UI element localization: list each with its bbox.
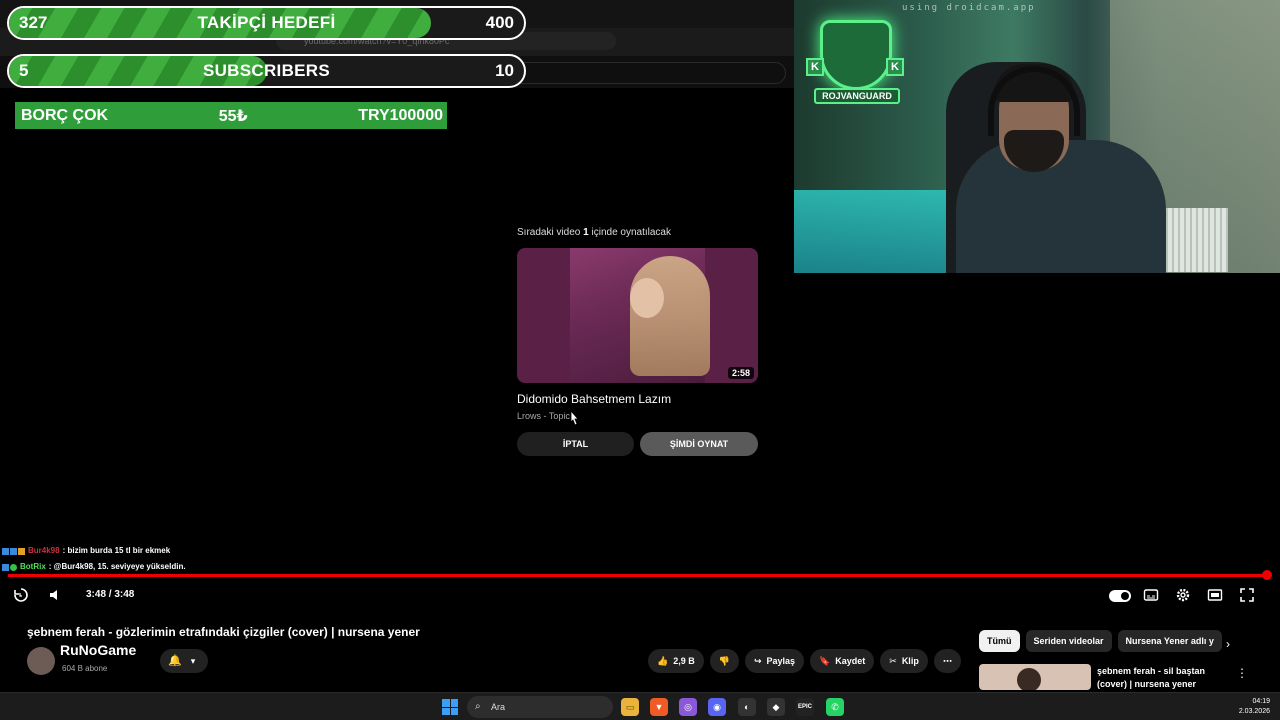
subscriber-goal-title: SUBSCRIBERS [202,61,331,80]
share-button[interactable]: ↪ Paylaş [744,649,805,673]
windows-taskbar: ⌕ Ara ▭ ▼ ◎ ◉ ◐ ◆ EPIC ✆ 04:19 2.03.2026 [0,692,1280,720]
follower-goal-title: TAKİPÇİ HEDEFİ [197,13,336,32]
shield-icon [820,20,892,90]
more-icon: ⋯ [942,656,952,666]
system-clock[interactable]: 04:19 2.03.2026 [1239,697,1270,717]
clip-button[interactable]: ✂ Klip [880,649,928,673]
like-button[interactable]: 👍 2,9 B [648,649,704,673]
follower-goal-target: 400 [485,13,514,32]
recommendation-menu-icon[interactable]: ⋮ [1236,666,1248,680]
whatsapp-icon[interactable]: ✆ [826,698,844,716]
cancel-autoplay-button[interactable]: İPTAL [517,432,634,456]
app-icon[interactable]: ◎ [679,698,697,716]
share-icon: ↪ [753,656,762,666]
rojvanguard-logo: K K ROJVANGUARD [800,18,912,112]
chip-series[interactable]: Seriden videolar [1025,630,1112,652]
play-now-button[interactable]: ŞİMDİ OYNAT [640,432,758,456]
thumbs-down-icon: 👎 [718,656,730,666]
volume-icon[interactable] [44,584,66,606]
theater-mode-icon[interactable] [1204,584,1226,606]
recommendation-title[interactable]: şebnem ferah - sil baştan (cover) | nurs… [1097,665,1227,691]
chip-channel[interactable]: Nursena Yener adlı y [1117,630,1222,652]
chip-all[interactable]: Tümü [979,630,1020,652]
subtitles-icon[interactable] [1140,584,1162,606]
video-actions: 👍 2,9 B 👎 ↪ Paylaş 🔖 Kaydet ✂ Klip ⋯ [648,649,961,673]
scissors-icon: ✂ [889,656,897,666]
debt-label: BORÇ ÇOK [21,106,109,124]
thumbnail-hand [630,278,664,318]
channel-avatar[interactable] [27,647,55,675]
chat-text: : bizim burda 15 tl bir ekmek [62,546,171,555]
webcam-feed: using droidcam.app K K ROJVANGUARD [794,0,1280,273]
debt-goal: TRY100000 [358,106,443,124]
autoplay-toggle[interactable] [1109,590,1131,602]
fullscreen-icon[interactable] [1236,584,1258,606]
thumbnail-photo [570,248,710,383]
obs-icon[interactable]: ◐ [738,698,756,716]
up-next-seconds: 1 [583,227,589,238]
chat-text: : @Bur4k98, 15. seviyeye yükseldin. [48,562,186,571]
debt-amount: 55₺ [218,107,248,125]
subscriber-goal-target: 10 [495,61,514,80]
like-count: 2,9 B [673,656,695,666]
recommendation-chips: Tümü Seriden videolar Nursena Yener adlı… [979,630,1222,652]
bookmark-icon: 🔖 [819,656,831,666]
channel-name-overlay[interactable]: RuNoGame [60,642,136,658]
video-title: şebnem ferah - gözlerimin etrafındaki çi… [27,625,420,639]
replay-icon[interactable] [10,584,32,606]
up-next-title[interactable]: Didomido Bahsetmem Lazım [517,392,671,406]
bell-icon: 🔔 [168,655,182,667]
subscriber-count: 604 B abone [62,664,108,673]
mouse-cursor-icon [570,410,579,426]
debt-bar: BORÇ ÇOK 55₺ TRY100000 [15,102,447,129]
chat-message: Bur4k98 : bizim burda 15 tl bir ekmek [2,543,186,559]
epic-games-icon[interactable]: EPIC [796,698,814,716]
notification-bell-button[interactable]: 🔔 ▾ [160,649,208,673]
chat-overlay: Bur4k98 : bizim burda 15 tl bir ekmek Bo… [2,543,186,575]
brave-browser-icon[interactable]: ▼ [650,698,668,716]
save-button[interactable]: 🔖 Kaydet [810,649,875,673]
recommendation-thumbnail[interactable] [979,664,1091,690]
subscriber-goal-bar: 5 SUBSCRIBERS 10 [7,54,526,88]
settings-gear-icon[interactable] [1172,584,1194,606]
duration-badge: 2:58 [727,367,754,379]
dislike-button[interactable]: 👎 [709,649,739,673]
search-icon: ⌕ [475,701,481,712]
player-controls: 3:48 / 3:48 [0,584,1280,608]
time-display: 3:48 / 3:48 [86,589,135,600]
up-next-countdown: Sıradaki video 1 içinde oynatılacak [517,227,671,238]
more-options-button[interactable]: ⋯ [933,649,961,673]
up-next-thumbnail[interactable]: 2:58 [517,248,758,383]
up-next-channel[interactable]: Lrows - Topic [517,411,570,421]
thumbs-up-icon: 👍 [657,656,669,666]
chat-username: BotRix [20,562,46,571]
video-progress-bar[interactable] [8,570,1272,580]
follower-goal-bar: 327 TAKİPÇİ HEDEFİ 400 [7,6,526,40]
taskbar-search[interactable]: ⌕ Ara [467,696,613,718]
windows-start-icon[interactable] [442,699,458,715]
progress-scrubber[interactable] [1262,570,1272,580]
chat-message: BotRix : @Bur4k98, 15. seviyeye yükseldi… [2,559,186,575]
droidcam-watermark: using droidcam.app [902,3,1036,13]
logo-banner: ROJVANGUARD [814,88,900,104]
file-explorer-icon[interactable]: ▭ [621,698,639,716]
discord-icon[interactable]: ◉ [708,698,726,716]
chevron-right-icon[interactable]: › [1226,637,1230,651]
app-icon[interactable]: ◆ [767,698,785,716]
chevron-down-icon: ▾ [190,656,196,666]
chat-badges [2,547,25,555]
chat-badges [2,563,17,571]
chat-username: Bur4k98 [28,546,60,555]
